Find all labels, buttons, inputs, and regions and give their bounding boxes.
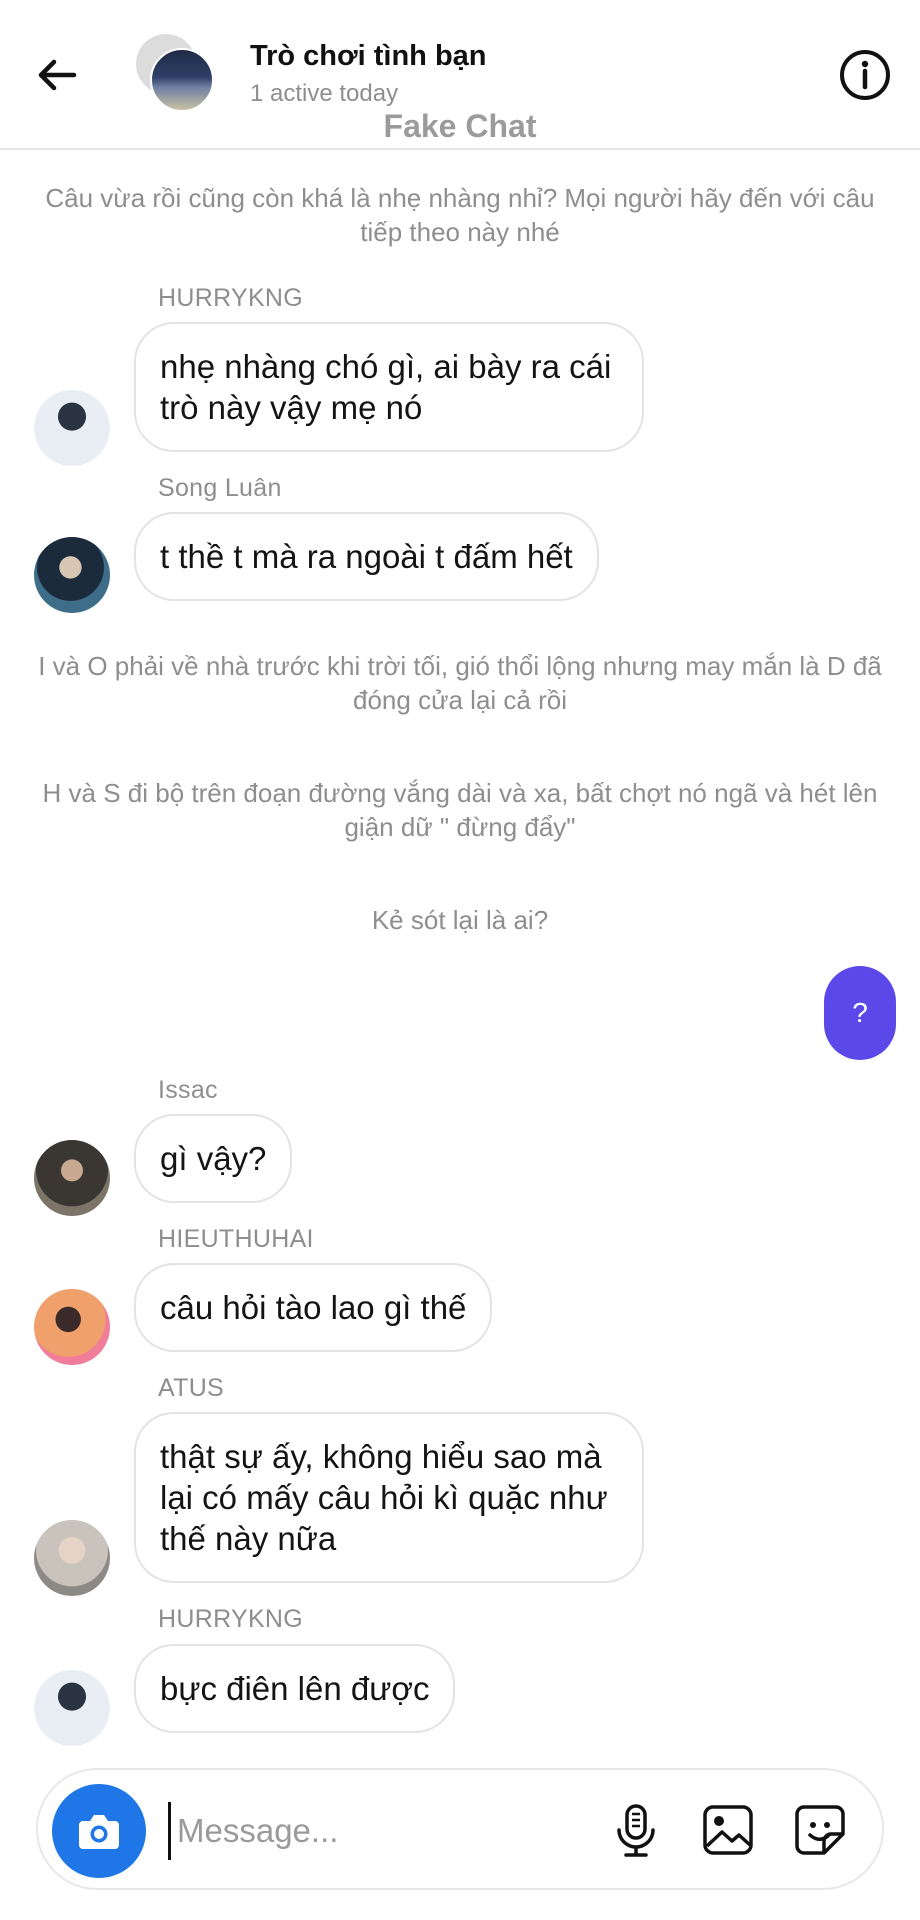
outgoing-message-bubble[interactable]: ?	[824, 966, 896, 1060]
avatar[interactable]	[34, 1670, 110, 1746]
sticker-icon[interactable]	[790, 1800, 850, 1860]
avatar[interactable]	[34, 1520, 110, 1596]
group-avatar-primary	[150, 48, 214, 112]
message-bubble[interactable]: bực điên lên được	[134, 1644, 456, 1733]
message-bubble[interactable]: thật sự ấy, không hiểu sao mà lại có mấy…	[134, 1412, 644, 1583]
avatar[interactable]	[34, 1289, 110, 1365]
sender-name: Issac	[158, 1076, 218, 1104]
chat-title[interactable]: Trò chơi tình bạn	[250, 40, 487, 73]
sender-name: ATUS	[158, 1374, 225, 1402]
chat-screen: Trò chơi tình bạn 1 active today Fake Ch…	[0, 0, 920, 1920]
chat-header: Trò chơi tình bạn 1 active today Fake Ch…	[0, 0, 920, 150]
message-bubble[interactable]: t thề t mà ra ngoài t đấm hết	[134, 512, 599, 601]
message-bubble[interactable]: câu hỏi tào lao gì thế	[134, 1263, 493, 1352]
camera-icon	[79, 1815, 119, 1849]
active-status: 1 active today	[250, 80, 399, 107]
system-message: I và O phải về nhà trước khi trời tối, g…	[38, 651, 882, 715]
sender-name: HIEUTHUHAI	[158, 1225, 314, 1253]
watermark: Fake Chat	[383, 108, 537, 144]
image-icon[interactable]	[698, 1800, 758, 1860]
message-bubble[interactable]: gì vậy?	[134, 1114, 293, 1203]
sender-name: HURRYKNG	[158, 1605, 304, 1633]
avatar[interactable]	[34, 1140, 110, 1216]
avatar[interactable]	[34, 390, 110, 466]
info-icon[interactable]	[838, 48, 892, 102]
system-message: H và S đi bộ trên đoạn đường vắng dài và…	[42, 778, 878, 842]
group-avatar[interactable]	[132, 34, 216, 114]
system-message: Câu vừa rồi cũng còn khá là nhẹ nhàng nh…	[45, 183, 875, 247]
message-input[interactable]	[168, 1802, 598, 1860]
camera-button[interactable]	[52, 1784, 146, 1878]
avatar[interactable]	[34, 537, 110, 613]
message-composer	[36, 1768, 884, 1890]
arrow-left-icon[interactable]	[32, 50, 82, 100]
sender-name: HURRYKNG	[158, 284, 304, 312]
system-message: Kẻ sót lại là ai?	[371, 905, 549, 935]
sender-name: Song Luân	[158, 474, 282, 502]
microphone-icon[interactable]	[606, 1800, 666, 1860]
message-bubble[interactable]: nhẹ nhàng chó gì, ai bày ra cái trò này …	[134, 322, 644, 452]
